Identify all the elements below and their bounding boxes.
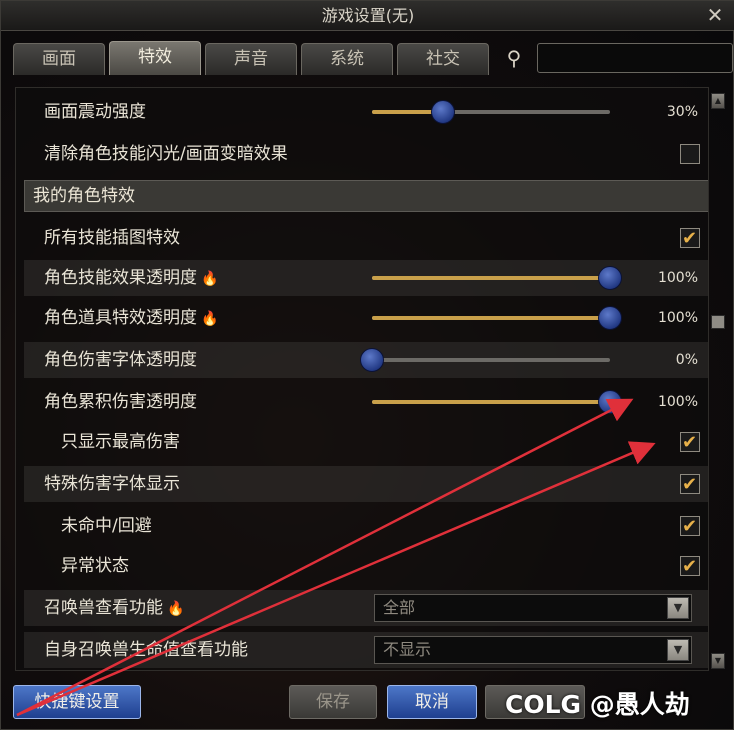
setting-label: 特殊伤害字体显示 (44, 474, 180, 494)
setting-label: 角色累积伤害透明度 (44, 392, 197, 412)
setting-row-skill-illustration: 所有技能插图特效 (24, 220, 708, 257)
search-input[interactable] (537, 43, 733, 73)
dropdown-value: 全部 (383, 598, 416, 617)
setting-label: 异常状态 (61, 556, 129, 576)
section-header-my-effects: 我的角色特效 (24, 180, 708, 212)
summon-view-dropdown[interactable]: 全部 ▼ (374, 594, 692, 622)
setting-row-skill-effect-opacity: 角色技能效果透明度 🔥 100% (24, 260, 708, 297)
clear-flash-checkbox[interactable] (680, 144, 700, 164)
scrollbar[interactable]: ▲ ▼ (711, 93, 725, 669)
special-damage-font-checkbox[interactable] (680, 467, 700, 503)
setting-label: 清除角色技能闪光/画面变暗效果 (44, 144, 288, 164)
tab-sound[interactable]: 声音 (205, 43, 297, 75)
setting-label: 未命中/回避 (61, 516, 152, 536)
settings-window: 游戏设置(无) ✕ 画面 特效 声音 系统 社交 ⚲ 画面震动强度 30% 清除… (0, 0, 734, 730)
quick-key-settings-button[interactable]: 快捷键设置 (13, 685, 141, 719)
skill-illustration-checkbox[interactable] (680, 221, 700, 257)
slider-fill (372, 276, 610, 280)
setting-label: 角色伤害字体透明度 (44, 350, 197, 370)
scroll-thumb[interactable] (711, 315, 725, 329)
slider-knob[interactable] (431, 100, 456, 124)
setting-label: 只显示最高伤害 (61, 432, 180, 452)
search-icon[interactable]: ⚲ (501, 45, 527, 71)
window-title: 游戏设置(无) (321, 6, 415, 25)
abnormal-status-checkbox[interactable] (680, 549, 700, 585)
slider-value: 100% (657, 310, 698, 326)
tab-social[interactable]: 社交 (397, 43, 489, 75)
slider-fill (372, 400, 610, 404)
flame-icon: 🔥 (201, 271, 219, 287)
dropdown-value: 不显示 (383, 640, 432, 659)
slider-knob[interactable] (598, 390, 622, 414)
tab-system[interactable]: 系统 (301, 43, 393, 75)
setting-row-summon-hp-view: 自身召唤兽生命值查看功能 不显示 ▼ (24, 632, 708, 668)
slider-knob[interactable] (598, 266, 622, 290)
slider-value: 0% (675, 352, 698, 368)
setting-row-clear-flash: 清除角色技能闪光/画面变暗效果 (24, 136, 708, 172)
item-effect-opacity-slider[interactable] (372, 306, 622, 330)
slider-fill (372, 316, 610, 320)
save-button[interactable]: 保存 (289, 685, 377, 719)
accum-damage-opacity-slider[interactable] (372, 390, 622, 414)
section-title: 我的角色特效 (33, 186, 135, 206)
close-icon[interactable]: ✕ (703, 4, 727, 28)
flame-icon: 🔥 (167, 601, 185, 617)
setting-row-special-damage-font: 特殊伤害字体显示 (24, 466, 708, 503)
setting-label: 召唤兽查看功能 🔥 (44, 590, 184, 627)
slider-knob[interactable] (360, 348, 384, 372)
scroll-up-icon[interactable]: ▲ (711, 93, 725, 109)
window-titlebar: 游戏设置(无) ✕ (1, 1, 734, 31)
slider-value: 100% (657, 270, 698, 286)
setting-label-text: 召唤兽查看功能 (44, 598, 163, 618)
miss-evade-checkbox[interactable] (680, 509, 700, 545)
summon-hp-view-dropdown[interactable]: 不显示 ▼ (374, 636, 692, 664)
screen-shake-slider[interactable] (372, 100, 610, 124)
setting-label: 角色道具特效透明度 🔥 (44, 300, 218, 337)
slider-value: 100% (657, 394, 698, 410)
setting-row-accum-damage-opacity: 角色累积伤害透明度 100% (24, 384, 708, 420)
show-highest-damage-checkbox[interactable] (680, 425, 700, 461)
chevron-down-icon[interactable]: ▼ (667, 597, 689, 619)
tab-graphics[interactable]: 画面 (13, 43, 105, 75)
setting-label: 自身召唤兽生命值查看功能 (44, 640, 248, 660)
chevron-down-icon[interactable]: ▼ (667, 639, 689, 661)
slider-value: 30% (666, 104, 698, 120)
damage-font-opacity-slider[interactable] (360, 348, 610, 372)
setting-label-text: 角色道具特效透明度 (44, 308, 197, 328)
setting-row-miss-evade: 未命中/回避 (24, 508, 708, 545)
watermark: COLG @愚人劫 (505, 690, 690, 719)
setting-row-show-highest-damage: 只显示最高伤害 (24, 424, 708, 461)
tab-bar: 画面 特效 声音 系统 社交 (13, 41, 489, 75)
scroll-down-icon[interactable]: ▼ (711, 653, 725, 669)
setting-row-item-effect-opacity: 角色道具特效透明度 🔥 100% (24, 300, 708, 337)
setting-label: 角色技能效果透明度 🔥 (44, 260, 218, 297)
setting-label: 所有技能插图特效 (44, 228, 180, 248)
setting-row-damage-font-opacity: 角色伤害字体透明度 0% (24, 342, 708, 378)
settings-panel: 画面震动强度 30% 清除角色技能闪光/画面变暗效果 我的角色特效 所有技能插图… (15, 87, 709, 671)
setting-row-abnormal-status: 异常状态 (24, 548, 708, 585)
tab-effects[interactable]: 特效 (109, 41, 201, 75)
flame-icon: 🔥 (201, 311, 219, 327)
skill-effect-opacity-slider[interactable] (372, 266, 622, 290)
cancel-button[interactable]: 取消 (387, 685, 477, 719)
setting-row-summon-view: 召唤兽查看功能 🔥 全部 ▼ (24, 590, 708, 627)
setting-row-screen-shake: 画面震动强度 30% (24, 94, 708, 130)
setting-label-text: 角色技能效果透明度 (44, 268, 197, 288)
setting-label: 画面震动强度 (44, 102, 146, 122)
slider-knob[interactable] (598, 306, 622, 330)
